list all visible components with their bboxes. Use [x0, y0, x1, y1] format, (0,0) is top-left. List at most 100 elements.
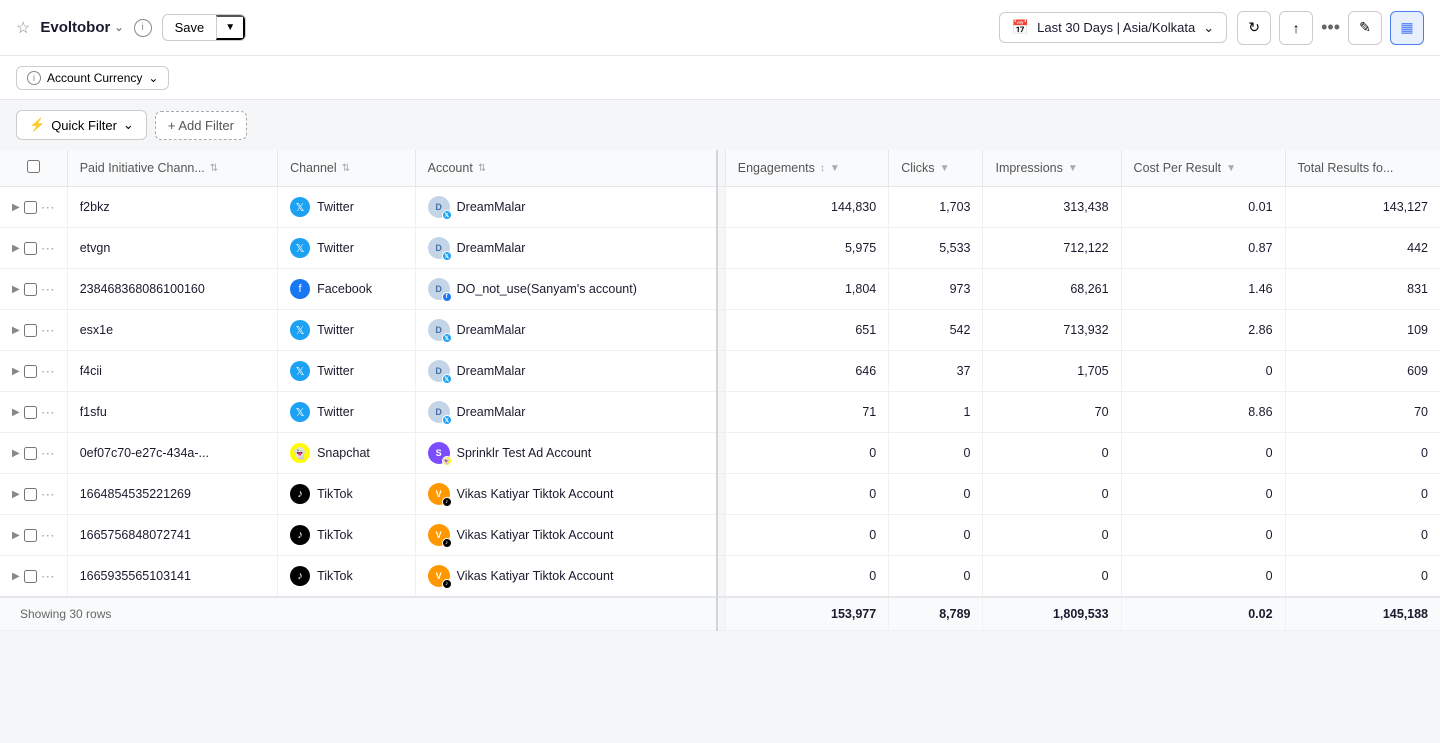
footer-showing: Showing 30 rows: [0, 597, 717, 631]
row-menu-button[interactable]: ⋯: [41, 445, 55, 462]
row-menu-button[interactable]: ⋯: [41, 568, 55, 585]
expand-button[interactable]: ▶: [12, 530, 20, 541]
sort-icon-channel: ⇅: [342, 163, 350, 174]
expand-button[interactable]: ▶: [12, 325, 20, 336]
row-checkbox[interactable]: [24, 406, 37, 419]
cell-cost-per-result: 0: [1121, 351, 1285, 392]
more-options-button[interactable]: •••: [1321, 17, 1340, 38]
cell-total-results: 0: [1285, 433, 1440, 474]
row-checkbox[interactable]: [24, 488, 37, 501]
cell-impressions: 713,932: [983, 310, 1121, 351]
row-checkbox[interactable]: [24, 201, 37, 214]
row-controls: ▶ ⋯: [0, 351, 67, 392]
refresh-button[interactable]: ↻: [1237, 11, 1271, 45]
col-header-impressions[interactable]: Impressions ▼: [983, 150, 1121, 187]
avatar-badge: 👻: [442, 456, 452, 466]
col-header-total-results[interactable]: Total Results fo...: [1285, 150, 1440, 187]
row-controls: ▶ ⋯: [0, 269, 67, 310]
cell-account: D 𝕏 DreamMalar: [415, 187, 717, 228]
table-row: ▶ ⋯ f1sfu 𝕏 Twitter D 𝕏 DreamMalar 71 1: [0, 392, 1440, 433]
channel-name: Twitter: [317, 405, 354, 419]
row-checkbox[interactable]: [24, 283, 37, 296]
row-menu-button[interactable]: ⋯: [41, 486, 55, 503]
row-checkbox[interactable]: [24, 447, 37, 460]
row-menu-button[interactable]: ⋯: [41, 363, 55, 380]
channel-name: Twitter: [317, 200, 354, 214]
row-controls: ▶ ⋯: [0, 474, 67, 515]
account-name: DreamMalar: [457, 323, 526, 337]
cell-engagements: 0: [725, 433, 888, 474]
date-range-label: Last 30 Days | Asia/Kolkata: [1037, 20, 1195, 35]
expand-button[interactable]: ▶: [12, 571, 20, 582]
col-header-clicks[interactable]: Clicks ▼: [889, 150, 983, 187]
table-row: ▶ ⋯ 1665756848072741 ♪ TikTok V ♪ Vikas …: [0, 515, 1440, 556]
save-dropdown-button[interactable]: ▼: [216, 15, 245, 40]
avatar-badge: 𝕏: [442, 251, 452, 261]
row-checkbox[interactable]: [24, 242, 37, 255]
sort-icon-clicks: ▼: [940, 163, 950, 174]
expand-button[interactable]: ▶: [12, 407, 20, 418]
row-menu-button[interactable]: ⋯: [41, 281, 55, 298]
row-controls: ▶ ⋯: [0, 556, 67, 598]
cell-impressions: 0: [983, 433, 1121, 474]
expand-button[interactable]: ▶: [12, 202, 20, 213]
expand-button[interactable]: ▶: [12, 243, 20, 254]
expand-button[interactable]: ▶: [12, 448, 20, 459]
account-currency-button[interactable]: i Account Currency ⌄: [16, 66, 169, 90]
cell-account: S 👻 Sprinklr Test Ad Account: [415, 433, 717, 474]
date-range-picker[interactable]: 📅 Last 30 Days | Asia/Kolkata ⌄: [999, 12, 1227, 43]
row-checkbox[interactable]: [24, 324, 37, 337]
add-filter-label: + Add Filter: [168, 118, 234, 133]
row-menu-button[interactable]: ⋯: [41, 404, 55, 421]
avatar-badge: ♪: [442, 579, 452, 589]
avatar: V ♪: [428, 483, 450, 505]
chart-view-button[interactable]: ▦: [1390, 11, 1424, 45]
info-icon[interactable]: i: [134, 19, 152, 37]
table-row: ▶ ⋯ 1664854535221269 ♪ TikTok V ♪ Vikas …: [0, 474, 1440, 515]
expand-button[interactable]: ▶: [12, 489, 20, 500]
cell-engagements: 646: [725, 351, 888, 392]
cell-total-results: 109: [1285, 310, 1440, 351]
cell-initiative: f4cii: [67, 351, 277, 392]
save-main-button[interactable]: Save: [163, 15, 217, 40]
row-checkbox[interactable]: [24, 365, 37, 378]
col-header-engagements[interactable]: Engagements ↕ ▼: [725, 150, 888, 187]
divider-cell: [717, 392, 725, 433]
footer-cpr: 0.02: [1121, 597, 1285, 631]
expand-button[interactable]: ▶: [12, 366, 20, 377]
quick-filter-button[interactable]: ⚡ Quick Filter ⌄: [16, 110, 147, 140]
divider-cell: [717, 310, 725, 351]
col-header-cost-per-result[interactable]: Cost Per Result ▼: [1121, 150, 1285, 187]
cell-channel: 𝕏 Twitter: [278, 187, 416, 228]
cell-initiative: f1sfu: [67, 392, 277, 433]
row-menu-button[interactable]: ⋯: [41, 240, 55, 257]
channel-icon: 👻: [290, 443, 310, 463]
col-header-account[interactable]: Account ⇅: [415, 150, 717, 187]
add-filter-button[interactable]: + Add Filter: [155, 111, 247, 140]
calendar-icon: 📅: [1012, 19, 1029, 36]
table-row: ▶ ⋯ esx1e 𝕏 Twitter D 𝕏 DreamMalar 651 5…: [0, 310, 1440, 351]
channel-icon: ♪: [290, 525, 310, 545]
export-button[interactable]: ↑: [1279, 11, 1313, 45]
cell-cost-per-result: 0: [1121, 556, 1285, 598]
expand-button[interactable]: ▶: [12, 284, 20, 295]
channel-icon: 𝕏: [290, 238, 310, 258]
row-checkbox[interactable]: [24, 570, 37, 583]
edit-view-button[interactable]: ✎: [1348, 11, 1382, 45]
filter-icon: ⚡: [29, 117, 45, 133]
row-menu-button[interactable]: ⋯: [41, 322, 55, 339]
row-menu-button[interactable]: ⋯: [41, 527, 55, 544]
col-header-initiative[interactable]: Paid Initiative Chann... ⇅: [67, 150, 277, 187]
cell-total-results: 609: [1285, 351, 1440, 392]
cell-engagements: 1,804: [725, 269, 888, 310]
right-actions: ↻ ↑ ••• ✎ ▦: [1237, 11, 1424, 45]
row-checkbox[interactable]: [24, 529, 37, 542]
row-menu-button[interactable]: ⋯: [41, 199, 55, 216]
table-row: ▶ ⋯ 1665935565103141 ♪ TikTok V ♪ Vikas …: [0, 556, 1440, 598]
footer-clicks: 8,789: [889, 597, 983, 631]
channel-icon: 𝕏: [290, 320, 310, 340]
col-header-channel[interactable]: Channel ⇅: [278, 150, 416, 187]
select-all-checkbox[interactable]: [27, 160, 40, 173]
avatar-badge: ♪: [442, 497, 452, 507]
star-button[interactable]: ☆: [16, 18, 30, 38]
